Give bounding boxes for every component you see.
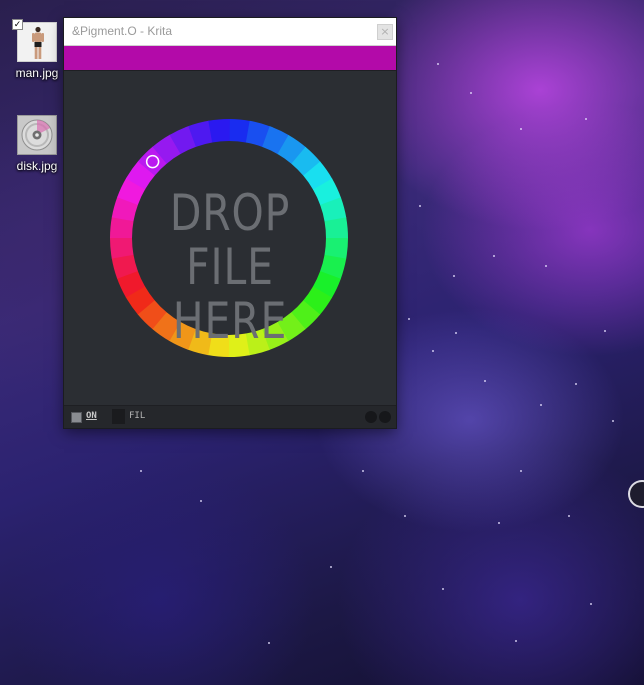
drop-text-line: HERE [172,292,288,350]
window-title: &Pigment.O - Krita [72,24,173,38]
drop-zone[interactable]: DROP FILE HERE [64,71,396,405]
floating-circle-button[interactable] [630,482,644,506]
hue-segment[interactable] [324,217,348,239]
on-checkbox[interactable] [71,412,82,423]
close-button[interactable]: × [377,24,393,40]
desktop-icon-label: disk.jpg [16,159,58,173]
selection-checkbox[interactable]: ✓ [12,19,23,30]
status-dot-right[interactable] [379,411,391,423]
window-titlebar[interactable]: &Pigment.O - Krita × [64,18,396,46]
on-label[interactable]: ON [86,411,97,421]
image-file-icon: ✓ [12,19,57,62]
window-statusbar: ON FIL [64,405,396,428]
hue-segment[interactable] [208,119,230,143]
hue-segment[interactable] [110,237,134,259]
desktop-icon-man[interactable]: ✓ man.jpg [7,19,67,80]
drop-text-line: FILE [186,238,274,296]
image-file-icon [17,115,57,155]
desktop: ✓ man.jpg disk.jpg &Pigment.O - Krita × … [0,0,644,685]
status-dot-left[interactable] [365,411,377,423]
pigment-window: &Pigment.O - Krita × DROP FILE HERE ON F… [64,18,396,428]
desktop-icon-label: man.jpg [15,66,59,80]
disk-icon [21,119,53,151]
drop-file-text: DROP FILE HERE [151,186,308,348]
fil-swatch[interactable] [112,409,125,424]
drop-text-line: DROP [169,184,291,242]
fil-label[interactable]: FIL [129,411,145,421]
close-icon: × [380,25,390,38]
active-color-bar[interactable] [64,46,396,71]
desktop-icon-disk[interactable]: disk.jpg [7,115,67,173]
man-figure-icon [32,26,44,59]
